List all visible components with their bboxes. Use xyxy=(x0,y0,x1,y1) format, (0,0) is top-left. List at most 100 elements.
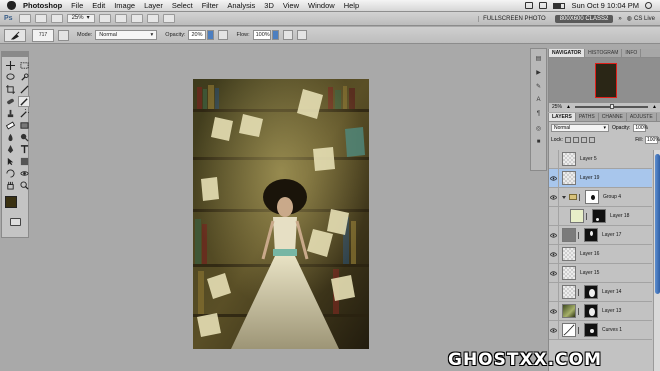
visibility-toggle[interactable] xyxy=(549,302,559,320)
quick-select-tool-icon[interactable] xyxy=(18,72,30,83)
pressure-opacity-icon[interactable] xyxy=(218,30,229,40)
rotate-view-button[interactable] xyxy=(130,14,143,23)
layer-row[interactable]: Layer 13 xyxy=(549,302,652,321)
adjustment-layer-row[interactable]: Curves 1 xyxy=(549,321,652,340)
menu-edit[interactable]: Edit xyxy=(92,1,105,10)
display-icon[interactable] xyxy=(525,2,534,9)
tab-adjustments[interactable]: ADJUSTE xyxy=(627,113,657,121)
menubar-clock[interactable]: Sun Oct 9 10:04 PM xyxy=(571,1,639,10)
blend-mode-select[interactable]: Normal ▾ xyxy=(551,124,609,132)
menu-view[interactable]: View xyxy=(283,1,299,10)
marquee-tool-icon[interactable] xyxy=(18,60,30,71)
healing-brush-tool-icon[interactable] xyxy=(4,96,16,107)
zoom-tool-icon[interactable] xyxy=(18,180,30,191)
menu-image[interactable]: Image xyxy=(114,1,135,10)
lock-all-icon[interactable] xyxy=(588,136,595,143)
lasso-tool-icon[interactable] xyxy=(4,72,16,83)
opacity-field[interactable]: 20% xyxy=(188,30,207,40)
menu-3d[interactable]: 3D xyxy=(264,1,274,10)
layer-name[interactable]: Group 4 xyxy=(603,194,621,200)
layer-name[interactable]: Layer 14 xyxy=(602,289,621,295)
zoom-tool-button[interactable] xyxy=(114,14,127,23)
history-panel-icon[interactable]: ▤ xyxy=(533,53,544,63)
navigator-preview[interactable] xyxy=(549,58,660,103)
fill-field[interactable]: 100% xyxy=(645,135,660,144)
layer-row-selected[interactable]: Layer 19 xyxy=(549,169,652,188)
menu-layer[interactable]: Layer xyxy=(144,1,163,10)
layer-opacity-field[interactable]: 100% xyxy=(633,124,648,132)
zoom-level-select[interactable]: 25% ▾ xyxy=(66,14,95,23)
layer-mask-thumbnail[interactable] xyxy=(584,304,598,318)
visibility-toggle[interactable] xyxy=(549,264,559,282)
visibility-toggle[interactable] xyxy=(549,283,559,301)
brushes-panel-icon[interactable]: ✎ xyxy=(533,81,544,91)
airbrush-icon[interactable] xyxy=(282,30,293,40)
layer-row[interactable]: Layer 18 xyxy=(549,207,652,226)
dodge-tool-icon[interactable] xyxy=(18,132,30,143)
eyedropper-tool-icon[interactable] xyxy=(18,84,30,95)
tab-channels[interactable]: CHANNE xyxy=(599,113,627,121)
layer-row[interactable]: Layer 5 xyxy=(549,150,652,169)
layer-mask-thumbnail[interactable] xyxy=(584,323,598,337)
3d-orbit-tool-icon[interactable] xyxy=(18,168,30,179)
workspace-fullscreen-photo[interactable]: FULLSCREEN PHOTO xyxy=(478,15,550,22)
visibility-toggle[interactable] xyxy=(549,321,559,339)
visibility-toggle[interactable] xyxy=(549,226,559,244)
history-brush-tool-icon[interactable] xyxy=(18,108,30,119)
lock-pixels-icon[interactable] xyxy=(572,136,579,143)
layer-mask-thumbnail[interactable] xyxy=(592,209,606,223)
launch-minibridge-button[interactable] xyxy=(34,14,47,23)
menu-app-photoshop[interactable]: Photoshop xyxy=(23,1,62,10)
hand-tool-button[interactable] xyxy=(98,14,111,23)
flow-field[interactable]: 100% xyxy=(252,30,271,40)
layer-mask-thumbnail[interactable] xyxy=(585,190,599,204)
3d-rotate-tool-icon[interactable] xyxy=(4,168,16,179)
layers-scroll-thumb[interactable] xyxy=(655,154,660,294)
group-expand-icon[interactable] xyxy=(562,195,566,199)
layer-row[interactable]: Layer 16 xyxy=(549,245,652,264)
layer-name[interactable]: Layer 5 xyxy=(580,156,597,162)
tool-preset-picker[interactable] xyxy=(4,28,26,42)
eraser-tool-icon[interactable] xyxy=(4,120,16,131)
zoom-slider-knob[interactable] xyxy=(610,104,615,110)
menu-analysis[interactable]: Analysis xyxy=(227,1,255,10)
visibility-toggle[interactable] xyxy=(549,245,559,263)
quick-mask-mode-button[interactable] xyxy=(9,218,21,226)
layer-group-row[interactable]: Group 4 xyxy=(549,188,652,207)
path-selection-tool-icon[interactable] xyxy=(4,156,16,167)
crop-tool-icon[interactable] xyxy=(4,84,16,95)
pen-tool-icon[interactable] xyxy=(4,144,16,155)
actions-panel-icon[interactable]: ▶ xyxy=(533,67,544,77)
shape-tool-icon[interactable] xyxy=(18,156,30,167)
visibility-toggle[interactable] xyxy=(549,188,559,206)
layer-mask-thumbnail[interactable] xyxy=(584,285,598,299)
apple-icon[interactable] xyxy=(7,1,16,10)
tab-info[interactable]: INFO xyxy=(622,49,642,57)
menu-filter[interactable]: Filter xyxy=(202,1,219,10)
move-tool-icon[interactable] xyxy=(4,60,16,71)
view-extras-button[interactable] xyxy=(50,14,63,23)
cs-live-button[interactable]: ◍ CS Live xyxy=(627,15,655,23)
navigator-view-box[interactable] xyxy=(595,63,617,98)
navigator-zoom-slider[interactable] xyxy=(574,104,649,110)
navigator-zoom-value[interactable]: 25% xyxy=(552,104,562,110)
wifi-icon[interactable] xyxy=(539,2,548,9)
spotlight-search-icon[interactable] xyxy=(645,2,652,9)
menu-help[interactable]: Help xyxy=(344,1,359,10)
layers-scrollbar[interactable] xyxy=(653,150,660,371)
workspace-active[interactable]: 800X600 CLASS2 xyxy=(554,14,614,23)
visibility-toggle[interactable] xyxy=(549,207,559,225)
visibility-toggle[interactable] xyxy=(549,169,559,187)
masks-panel-icon[interactable]: ■ xyxy=(533,137,544,147)
layer-row[interactable]: Layer 15 xyxy=(549,264,652,283)
layer-row[interactable]: Layer 17 xyxy=(549,226,652,245)
brush-tool-icon[interactable] xyxy=(18,96,30,107)
arrange-documents-button[interactable] xyxy=(146,14,159,23)
battery-icon[interactable] xyxy=(553,2,566,9)
layer-name[interactable]: Layer 15 xyxy=(580,270,599,276)
screen-mode-button[interactable] xyxy=(162,14,175,23)
workspace-more-icon[interactable]: » xyxy=(618,16,621,22)
gradient-tool-icon[interactable] xyxy=(18,120,30,131)
menu-select[interactable]: Select xyxy=(172,1,193,10)
paragraph-panel-icon[interactable]: ¶ xyxy=(533,109,544,119)
